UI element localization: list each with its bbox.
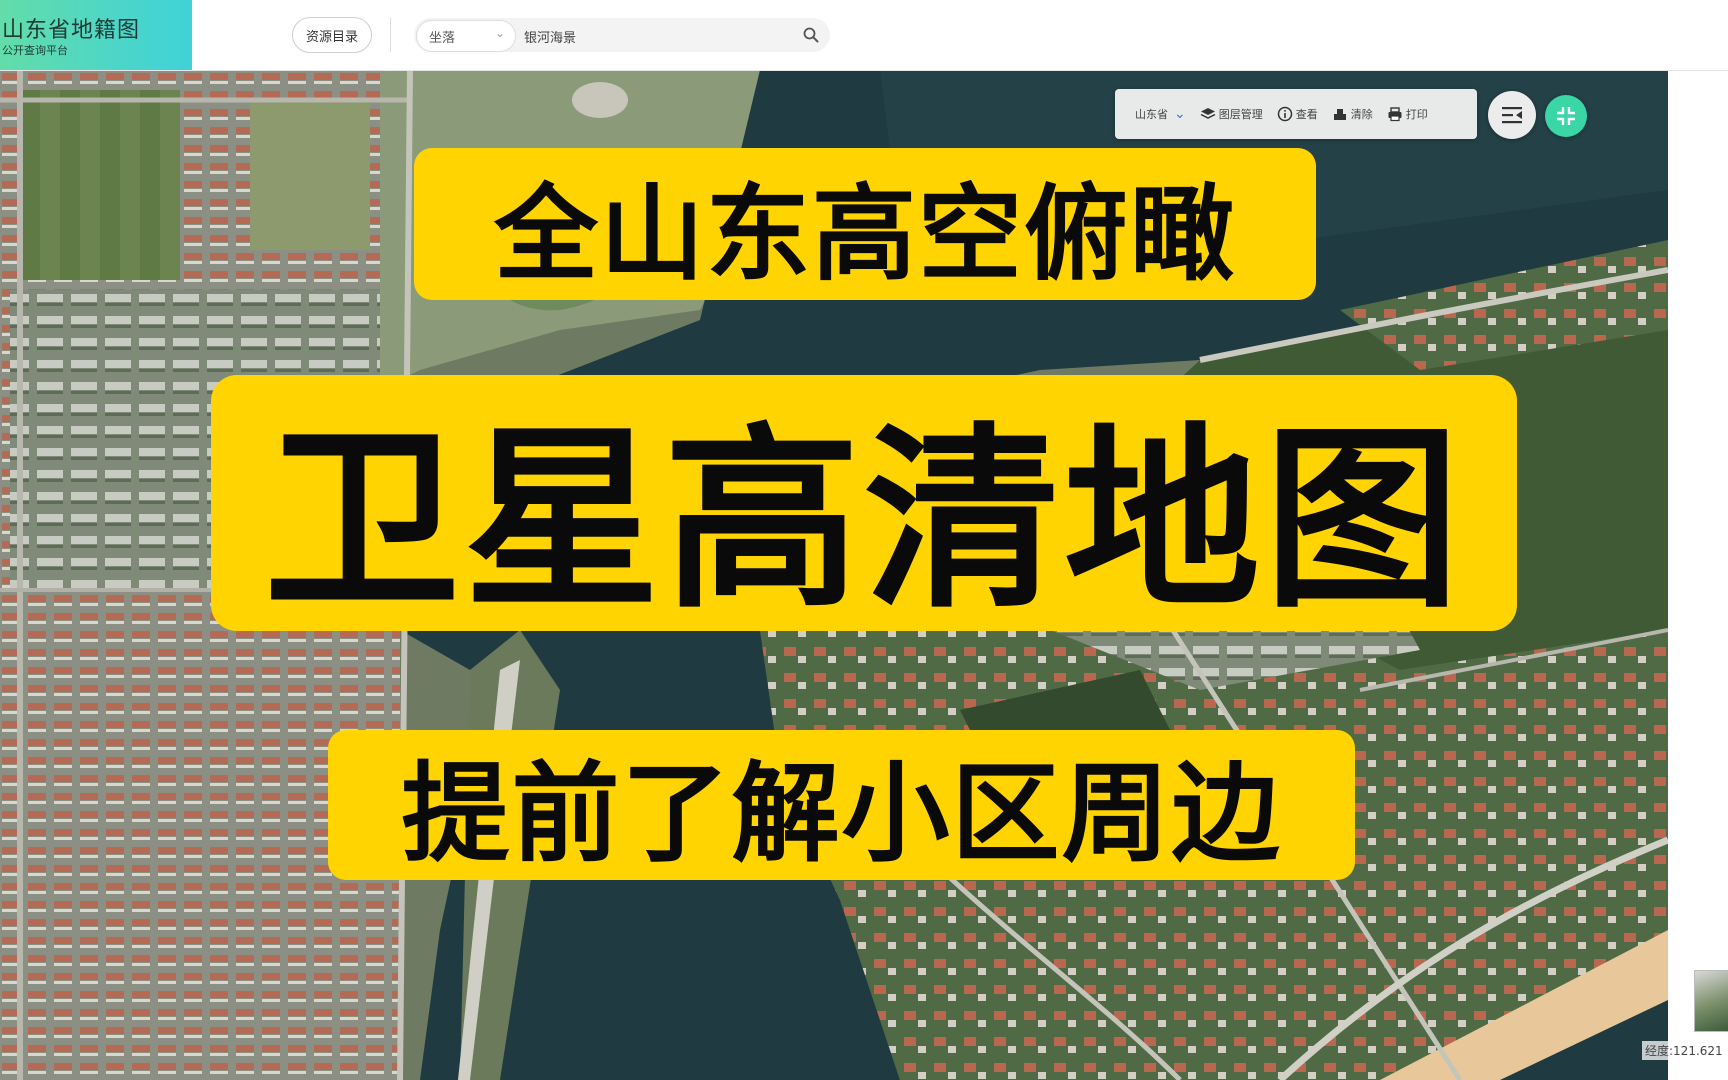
eraser-icon <box>1333 109 1346 120</box>
app-title: 山东省地籍图 <box>2 18 141 43</box>
region-label: 山东省 <box>1135 108 1168 121</box>
search-input[interactable] <box>522 20 786 52</box>
clear-label: 清除 <box>1350 108 1373 121</box>
chevron-down-icon: ⌄ <box>494 26 505 40</box>
view-button[interactable]: 查看 <box>1277 106 1318 122</box>
search-type-label: 坐落 <box>429 31 456 46</box>
list-collapse-icon <box>1502 107 1522 124</box>
headline-banner-bottom: 提前了解小区周边 <box>328 730 1355 880</box>
coordinate-readout: 经度:121.621 <box>1642 1041 1726 1060</box>
print-button[interactable]: 打印 <box>1387 106 1428 122</box>
top-header: 山东省地籍图 公开查询平台 资源目录 坐落 ⌄ <box>0 0 1728 71</box>
legend-toggle-button[interactable] <box>1488 91 1536 139</box>
compress-icon <box>1557 107 1575 125</box>
search-type-select[interactable]: 坐落 ⌄ <box>416 20 516 52</box>
layer-management-button[interactable]: 图层管理 <box>1200 106 1263 122</box>
map-right-margin <box>1668 70 1728 1080</box>
region-selector[interactable]: 山东省 ⌄ <box>1135 106 1186 122</box>
info-icon <box>1277 106 1292 122</box>
print-label: 打印 <box>1405 108 1428 121</box>
overview-map-thumbnail[interactable] <box>1694 970 1728 1032</box>
map-toolbar: 山东省 ⌄ 图层管理 查看 清除 打印 <box>1115 89 1477 139</box>
search-icon[interactable] <box>802 26 820 44</box>
chevron-down-icon: ⌄ <box>1174 106 1186 122</box>
headline-banner-top: 全山东高空俯瞰 <box>414 148 1316 300</box>
view-label: 查看 <box>1295 108 1318 121</box>
layers-icon <box>1200 108 1216 119</box>
exit-fullscreen-button[interactable] <box>1545 95 1587 137</box>
resource-catalog-button[interactable]: 资源目录 <box>292 17 372 53</box>
app-logo[interactable]: 山东省地籍图 公开查询平台 <box>0 0 192 70</box>
search-bar: 坐落 ⌄ <box>414 18 830 52</box>
layer-management-label: 图层管理 <box>1218 108 1263 121</box>
printer-icon <box>1388 107 1402 122</box>
headline-banner-main: 卫星高清地图 <box>211 375 1517 635</box>
clear-button[interactable]: 清除 <box>1332 106 1373 122</box>
app-subtitle: 公开查询平台 <box>2 44 68 57</box>
header-divider <box>390 18 391 52</box>
